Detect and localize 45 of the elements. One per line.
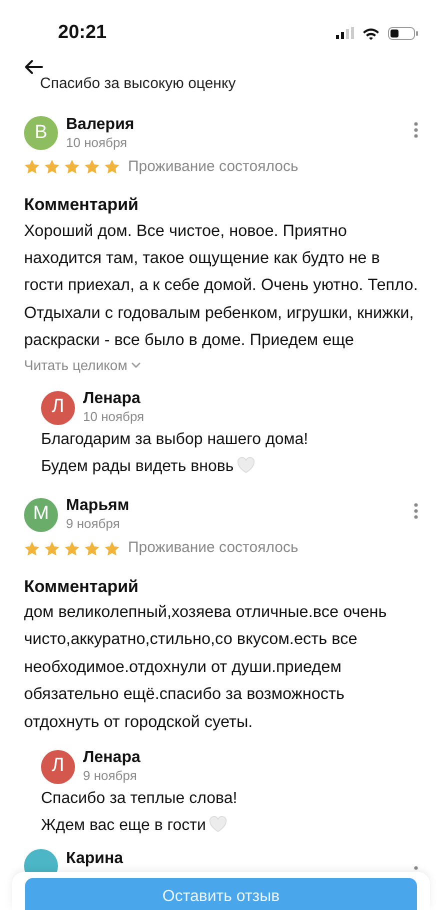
chevron-down-icon [131,362,142,368]
more-icon[interactable] [414,122,418,138]
reviewer-name: Валерия [66,114,134,134]
star-icon [24,159,40,174]
star-icon [64,540,80,556]
stay-status: Проживание состоялось [128,538,298,558]
comment-heading: Комментарий [24,576,140,598]
avatar: Л [41,750,75,784]
stay-status: Проживание состоялось [128,156,298,176]
back-icon[interactable] [24,59,43,76]
reply-text: Ждем вас еще в гости [41,817,206,834]
avatar: М [24,498,58,532]
more-icon[interactable] [414,503,418,520]
avatar: В [24,116,58,150]
battery-icon [388,26,418,40]
reply-text: Спасибо за высокую оценку [40,74,236,92]
reply-date: 9 ноября [83,767,138,786]
star-icon [44,540,60,556]
star-icon [64,159,80,174]
reply-text: Будем рады видеть вновь [41,458,234,476]
status-time: 20:21 [58,20,107,45]
star-icon [104,159,120,174]
signal-icon [336,27,354,39]
reviewer-name: Карина [66,849,124,870]
star-icon [44,159,60,174]
comment-text: Хороший дом. Все чистое, новое. Приятно находится там, такое ощущение как будто не в гости приехал, а к себе домой. Очень уютно. Тепло. Отдыхали с годовалым ребенком, игрушки, книжки, раскраски - все было в доме. Приедем еще [24,220,418,352]
leave-review-button[interactable]: Оставить отзыв [25,878,417,910]
wifi-icon [362,26,380,40]
star-icon [24,540,40,556]
more-icon[interactable] [414,866,418,870]
comment-text: дом великолепный,хозяева отличные.все очень чисто,аккуратно,стильно,со вкусом.есть все необходимое.отдохнули от души.приедем обязательно ещё.спасибо за возможность отдохнуть от городской суеты. [24,602,388,733]
read-more-link[interactable]: Читать целиком [24,354,142,376]
reply-text: Спасибо за теплые слова! [41,790,238,808]
avatar: Л [41,390,75,425]
comment-heading: Комментарий [24,194,140,216]
star-icon [84,540,100,556]
reviewer-name: Марьям [66,496,130,516]
review-date: 10 ноября [66,134,128,152]
review-date: 9 ноября [66,515,121,534]
reply-date: 10 ноября [83,408,144,426]
reply-text: Благодарим за выбор нашего дома! [41,431,308,448]
star-icon [84,159,100,174]
replier-name: Ленара [83,748,140,768]
star-icon [104,540,120,556]
replier-name: Ленара [83,389,142,408]
